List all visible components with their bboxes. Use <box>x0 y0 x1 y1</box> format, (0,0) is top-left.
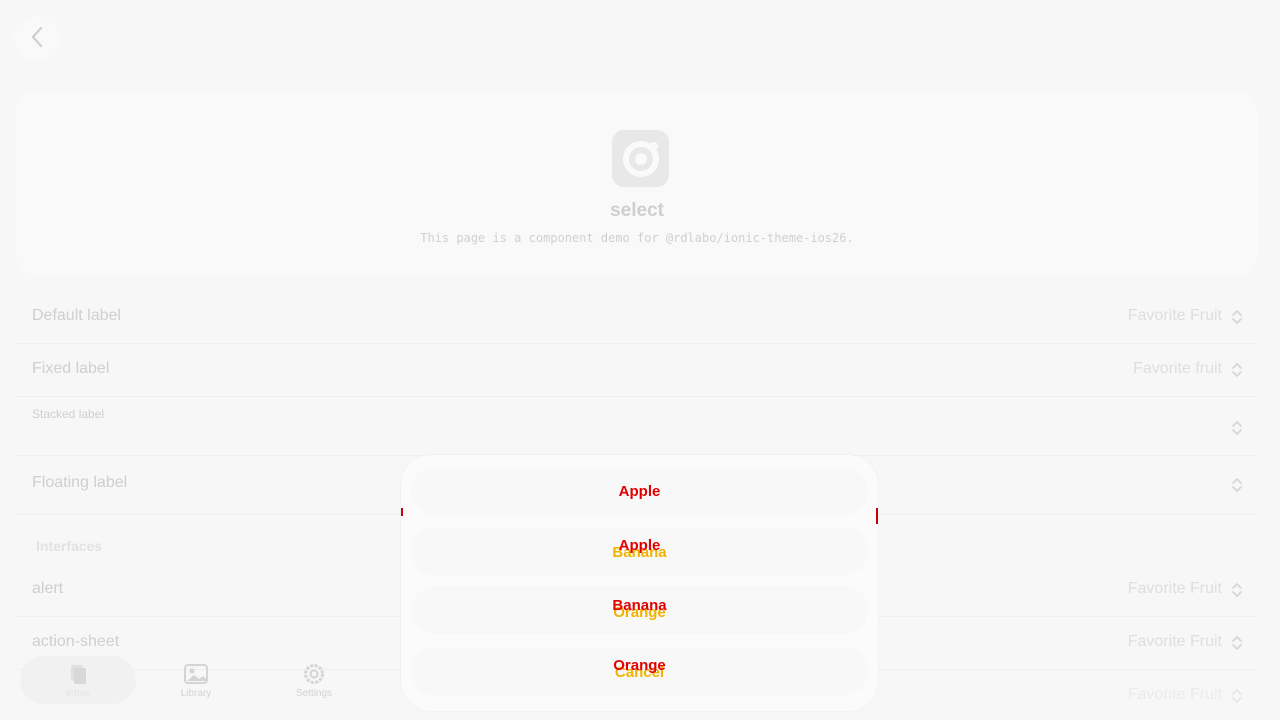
select-placeholder: Favorite Fruit <box>1127 686 1222 703</box>
action-sheet-option-banana[interactable]: Banana Apple <box>411 527 868 575</box>
action-sheet-option-cancel[interactable]: Cancel Orange <box>411 647 868 695</box>
select-label: Fixed label <box>32 360 110 377</box>
select-label: Floating label <box>32 474 128 491</box>
select-label: Stacked label <box>32 407 105 421</box>
chevron-updown-icon <box>1232 689 1242 703</box>
section-header-interfaces: Interfaces <box>36 538 103 554</box>
ionic-logo-icon <box>612 130 669 187</box>
select-default[interactable]: Default label Favorite Fruit <box>16 291 1258 344</box>
page: select This page is a component demo for… <box>0 0 1280 720</box>
action-sheet-option-orange[interactable]: Orange Banana <box>411 586 868 634</box>
settings-icon <box>304 663 324 684</box>
chevron-updown-icon <box>1232 478 1242 492</box>
chevron-left-icon <box>30 26 44 53</box>
select-placeholder: Favorite Fruit <box>1127 307 1222 324</box>
option-label: Orange <box>613 657 666 674</box>
tab-label: Library <box>180 687 212 699</box>
option-label: Banana <box>612 597 667 614</box>
tab-label: Inbox <box>65 687 91 699</box>
chevron-updown-icon <box>1232 310 1242 324</box>
page-title: select <box>610 200 664 221</box>
back-button[interactable] <box>14 16 60 62</box>
select-placeholder: Favorite Fruit <box>1127 580 1222 597</box>
hero-card: select This page is a component demo for… <box>16 90 1258 276</box>
select-stacked[interactable]: Stacked label <box>16 397 1258 456</box>
page-description: This page is a component demo for @rdlab… <box>420 231 854 245</box>
select-placeholder: Favorite fruit <box>1133 360 1222 377</box>
select-label: action-sheet <box>32 633 120 650</box>
chevron-updown-icon <box>1232 583 1242 597</box>
option-label: Apple <box>618 537 661 554</box>
select-label: alert <box>32 580 64 597</box>
option-label: Apple <box>618 483 661 500</box>
chevron-updown-icon <box>1232 421 1242 435</box>
tab-inbox[interactable]: Inbox <box>20 656 136 704</box>
chevron-updown-icon <box>1232 636 1242 650</box>
library-icon <box>184 663 208 684</box>
chevron-updown-icon <box>1232 363 1242 377</box>
inbox-icon <box>71 664 86 684</box>
tab-settings[interactable]: Settings <box>256 656 372 704</box>
select-label: Default label <box>32 307 121 324</box>
select-fixed[interactable]: Fixed label Favorite fruit <box>16 344 1258 397</box>
sheet-edge-marker <box>401 508 403 516</box>
tab-bar: Inbox Library Settings <box>18 656 358 708</box>
sheet-edge-marker <box>876 508 878 524</box>
action-sheet: Apple Banana Apple Orange Banana Cancel … <box>401 455 878 711</box>
tab-library[interactable]: Library <box>138 656 254 704</box>
action-sheet-option-apple[interactable]: Apple <box>411 467 868 515</box>
tab-label: Settings <box>295 687 333 699</box>
select-placeholder: Favorite Fruit <box>1127 633 1222 650</box>
